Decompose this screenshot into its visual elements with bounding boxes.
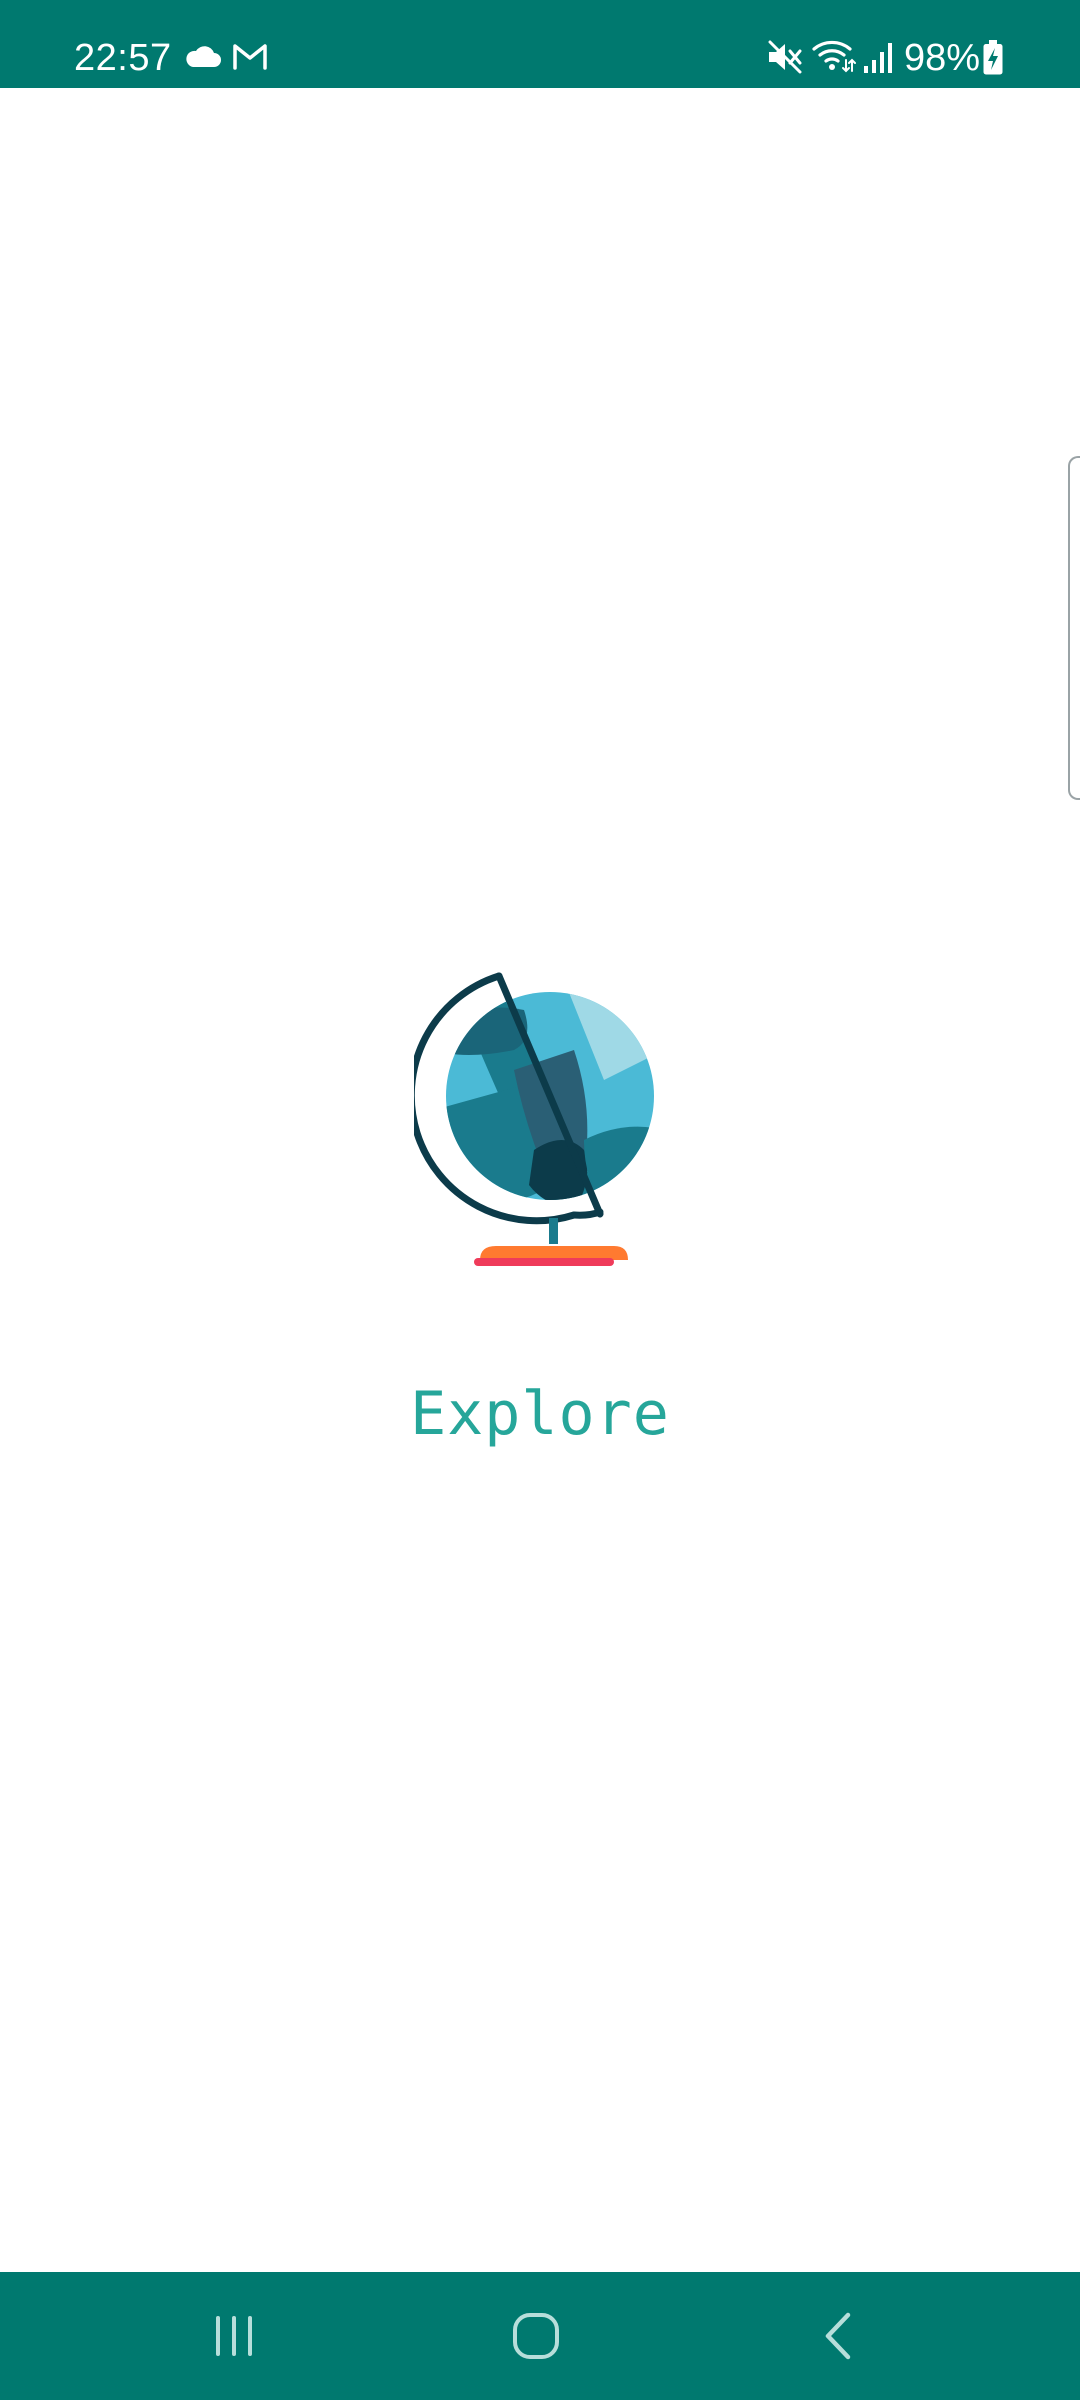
back-icon <box>825 2312 851 2360</box>
recents-icon <box>216 2316 252 2356</box>
battery-percent: 98% <box>904 37 981 79</box>
signal-icon <box>864 43 892 73</box>
cloud-icon <box>186 46 221 67</box>
recents-button[interactable] <box>154 2272 314 2400</box>
battery-charging-icon <box>983 40 1003 75</box>
navigation-bar <box>0 2272 1080 2400</box>
gmail-icon <box>233 44 267 70</box>
status-bar: 22:57 98% <box>0 0 1080 88</box>
wifi-icon <box>812 40 856 73</box>
status-time: 22:57 <box>74 37 172 79</box>
home-icon <box>513 2313 559 2359</box>
back-button[interactable] <box>758 2272 918 2400</box>
globe-icon <box>414 972 654 1266</box>
page-title: Explore <box>410 1379 670 1449</box>
edge-panel-handle[interactable] <box>1068 456 1080 800</box>
home-button[interactable] <box>456 2272 616 2400</box>
mute-icon <box>768 40 802 74</box>
